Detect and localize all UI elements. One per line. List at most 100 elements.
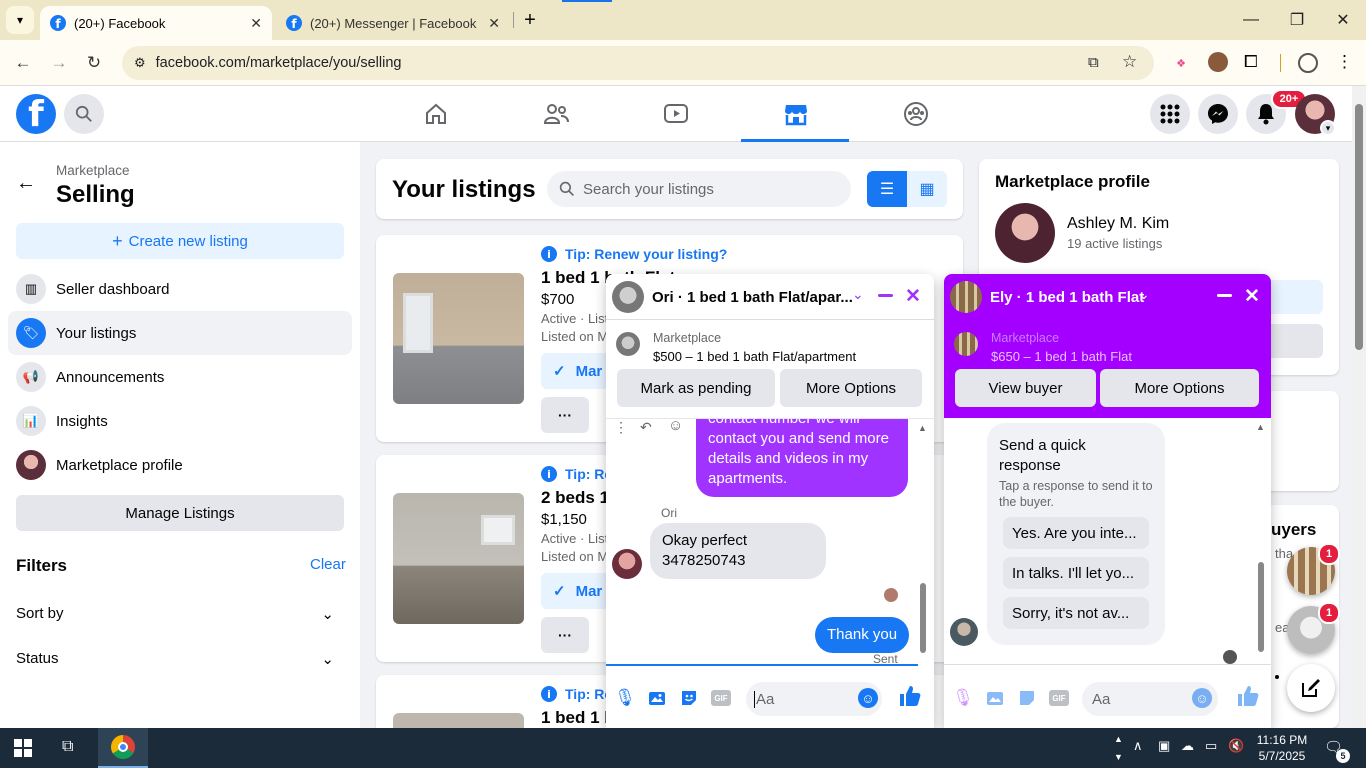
scrollbar-thumb[interactable]: [1355, 104, 1363, 350]
chat-title[interactable]: Ely · 1 bed 1 bath Flat: [990, 289, 1144, 306]
install-app-icon[interactable]: ⧉: [1088, 54, 1099, 71]
profile-avatar[interactable]: [995, 203, 1055, 263]
quick-reply-option[interactable]: Yes. Are you inte...: [1003, 517, 1149, 549]
photo-icon[interactable]: [984, 687, 1006, 709]
sidebar-item-insights[interactable]: 📊 Insights: [8, 399, 352, 443]
close-tab-icon[interactable]: ✕: [250, 15, 262, 32]
chevron-down-icon[interactable]: ⌄: [1138, 286, 1150, 303]
chevron-down-icon[interactable]: ⌄: [852, 286, 864, 303]
chat-scrollbar[interactable]: ▲: [918, 423, 928, 661]
site-info-icon[interactable]: ⚙: [134, 55, 146, 71]
more-options-button[interactable]: More Options: [1100, 369, 1259, 407]
cookie-extension-icon[interactable]: [1208, 52, 1228, 72]
tip-banner[interactable]: i Tip: Re: [541, 466, 612, 482]
network-icon[interactable]: ▭: [1205, 738, 1217, 754]
device-icon[interactable]: ▣: [1158, 738, 1170, 754]
microphone-icon[interactable]: 🎙: [614, 687, 636, 709]
message-outgoing[interactable]: contact number we will contact you and s…: [696, 419, 908, 497]
extensions-puzzle-icon[interactable]: ⧠: [1244, 52, 1258, 72]
sidebar-item-your-listings[interactable]: 🏷 Your listings: [8, 311, 352, 355]
bookmark-star-icon[interactable]: ☆: [1122, 52, 1137, 72]
clear-filters-link[interactable]: Clear: [310, 556, 346, 573]
minimize-chat-icon[interactable]: [1217, 285, 1233, 305]
profile-icon[interactable]: [1298, 53, 1318, 73]
reply-icon[interactable]: ↶: [640, 419, 652, 436]
video-nav-icon[interactable]: [621, 86, 731, 142]
photo-icon[interactable]: [646, 687, 668, 709]
close-chat-icon[interactable]: ✕: [1244, 285, 1260, 308]
buyer-avatar[interactable]: [950, 618, 978, 646]
messages-area[interactable]: Send a quick response Tap a response to …: [944, 418, 1271, 664]
sticker-icon[interactable]: [678, 687, 700, 709]
new-tab-icon[interactable]: +: [518, 8, 542, 32]
sidebar-item-announcements[interactable]: 📢 Announcements: [8, 355, 352, 399]
onedrive-cloud-icon[interactable]: ☁: [1181, 738, 1194, 754]
profile-name[interactable]: Ashley M. Kim: [1067, 215, 1169, 233]
message-incoming[interactable]: Okay perfect 3478250743: [650, 523, 826, 579]
volume-mute-icon[interactable]: 🔇: [1228, 738, 1244, 754]
gif-icon[interactable]: GIF: [710, 687, 732, 709]
chat-scrollbar[interactable]: ▲: [1256, 422, 1266, 660]
listing-photo[interactable]: [393, 273, 524, 404]
sidebar-item-seller-dashboard[interactable]: ▥ Seller dashboard: [8, 267, 352, 311]
like-thumb-icon[interactable]: [1236, 684, 1262, 712]
minimize-chat-icon[interactable]: [878, 285, 894, 305]
list-view-icon[interactable]: ☰: [867, 171, 907, 207]
tip-banner[interactable]: i Tip: Renew your listing?: [541, 246, 727, 262]
listing-more-button[interactable]: ···: [541, 397, 589, 433]
sidebar-item-marketplace-profile[interactable]: Marketplace profile: [8, 443, 352, 487]
listing-title[interactable]: 1 bed 1 b: [541, 708, 615, 728]
back-icon[interactable]: ←: [8, 48, 38, 78]
search-listings-input[interactable]: Search your listings: [547, 171, 851, 207]
context-item[interactable]: $650 – 1 bed 1 bath Flat: [991, 349, 1132, 364]
taskbar-scroll-icon[interactable]: ▲ ▼: [1114, 730, 1123, 766]
quick-reply-option[interactable]: Sorry, it's not av...: [1003, 597, 1149, 629]
home-nav-icon[interactable]: [381, 86, 491, 142]
groups-nav-icon[interactable]: [861, 86, 971, 142]
browser-menu-icon[interactable]: ⋮: [1336, 52, 1353, 72]
status-dropdown[interactable]: Status ⌄: [16, 650, 344, 668]
facebook-logo-icon[interactable]: f: [16, 94, 56, 134]
new-message-button[interactable]: [1287, 664, 1335, 712]
tab-messenger[interactable]: f (20+) Messenger | Facebook ✕: [276, 6, 510, 40]
chrome-taskbar-button[interactable]: [98, 728, 148, 768]
chat-avatar[interactable]: [612, 281, 644, 313]
listing-title[interactable]: 2 beds 1: [541, 488, 609, 508]
message-menu-icon[interactable]: ⋮: [614, 419, 628, 436]
listing-photo[interactable]: [393, 493, 524, 624]
sticker-icon[interactable]: [1016, 687, 1038, 709]
close-chat-icon[interactable]: ✕: [905, 285, 921, 308]
show-hidden-icons[interactable]: ∧: [1133, 738, 1143, 754]
listing-more-button[interactable]: ···: [541, 617, 589, 653]
create-new-listing-button[interactable]: + Create new listing: [16, 223, 344, 259]
message-outgoing[interactable]: Thank you: [815, 617, 910, 653]
messages-area[interactable]: contact number we will contact you and s…: [606, 418, 934, 664]
scrollbar-thumb[interactable]: [1258, 562, 1264, 652]
context-item[interactable]: $500 – 1 bed 1 bath Flat/apartment: [653, 349, 856, 364]
page-scrollbar[interactable]: [1352, 86, 1366, 728]
tab-search-button[interactable]: ▾: [6, 6, 34, 34]
minimize-window-icon[interactable]: —: [1228, 0, 1274, 40]
like-thumb-icon[interactable]: [898, 684, 924, 712]
manage-listings-button[interactable]: Manage Listings: [16, 495, 344, 531]
forward-icon[interactable]: →: [44, 48, 74, 78]
clock[interactable]: 11:16 PM 5/7/2025: [1252, 732, 1312, 764]
more-options-button[interactable]: More Options: [780, 369, 922, 407]
view-buyer-button[interactable]: View buyer: [955, 369, 1096, 407]
chat-avatar[interactable]: [950, 281, 982, 313]
close-tab-icon[interactable]: ✕: [488, 15, 500, 32]
sort-by-dropdown[interactable]: Sort by ⌄: [16, 605, 344, 623]
quick-reply-option[interactable]: In talks. I'll let yo...: [1003, 557, 1149, 589]
message-input[interactable]: Aa ☺: [746, 682, 882, 716]
mark-as-pending-button[interactable]: Mark as pending: [617, 369, 775, 407]
task-view-icon[interactable]: ⧉: [62, 738, 73, 756]
address-bar[interactable]: ⚙ facebook.com/marketplace/you/selling ⧉…: [122, 46, 1154, 80]
react-emoji-icon[interactable]: ☺: [668, 419, 684, 434]
menu-grid-icon[interactable]: [1150, 94, 1190, 134]
scroll-up-icon[interactable]: ▲: [1256, 422, 1265, 432]
scroll-up-icon[interactable]: ▲: [918, 423, 927, 433]
tip-banner[interactable]: i Tip: Re: [541, 686, 612, 702]
tab-facebook[interactable]: f (20+) Facebook ✕: [40, 6, 272, 40]
reload-icon[interactable]: ↻: [79, 48, 109, 78]
marketplace-nav-icon[interactable]: [741, 86, 851, 142]
